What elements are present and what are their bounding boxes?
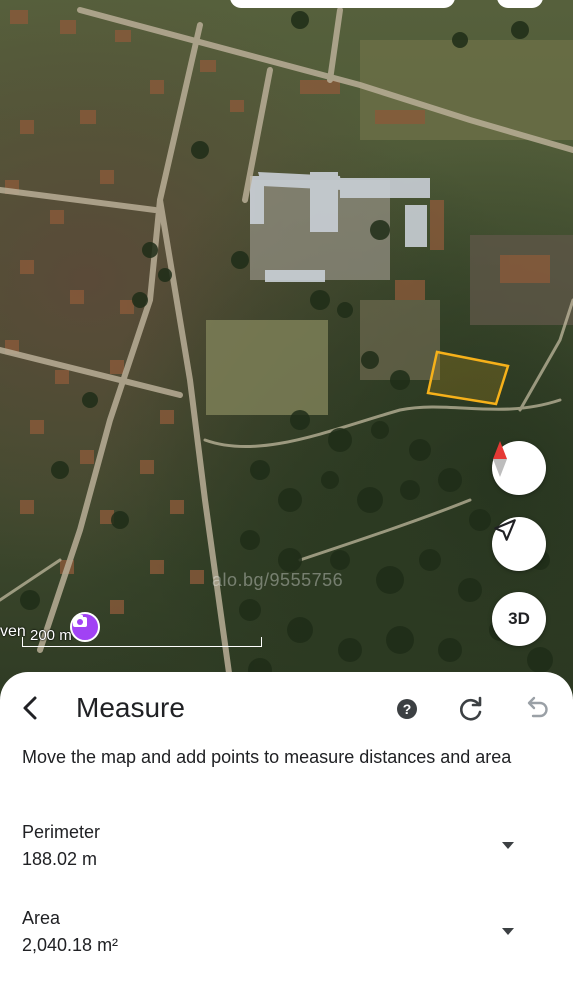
caret-down-icon[interactable] <box>500 840 516 850</box>
navigation-arrow-icon <box>494 519 516 541</box>
perimeter-row[interactable]: Perimeter 188.02 m <box>22 822 552 878</box>
back-arrow-icon <box>23 696 37 720</box>
area-label: Area <box>22 908 61 928</box>
satellite-map[interactable]: alo.bg/9555756 ven 200 m 3D <box>0 0 573 700</box>
3d-toggle-button[interactable]: 3D <box>492 592 546 646</box>
undo-icon <box>527 696 548 718</box>
compass-icon <box>493 441 507 477</box>
my-location-button[interactable] <box>492 517 546 571</box>
instructions-text: Move the map and add points to measure d… <box>22 747 512 767</box>
perimeter-label: Perimeter <box>22 822 101 842</box>
area-value: 2,040.18 m² <box>22 935 119 955</box>
refresh-icon <box>459 696 482 721</box>
compass-button[interactable] <box>492 441 546 495</box>
sheet-header: Measure ? <box>0 672 573 746</box>
map-imagery <box>0 7 573 700</box>
area-row[interactable]: Area 2,040.18 m² <box>22 908 552 964</box>
help-icon: ? <box>397 699 417 719</box>
scale-bar <box>22 637 262 647</box>
measured-area-polygon <box>426 350 510 406</box>
svg-text:?: ? <box>403 701 412 717</box>
help-button[interactable]: ? <box>394 696 420 722</box>
undo-button[interactable] <box>521 694 551 724</box>
caret-down-icon[interactable] <box>500 926 516 936</box>
watermark-text: alo.bg/9555756 <box>212 570 344 590</box>
perimeter-value: 188.02 m <box>22 849 98 869</box>
back-button[interactable] <box>14 692 46 724</box>
search-bar-edge[interactable] <box>230 0 455 8</box>
measure-sheet: Measure ? Move the map and add points to… <box>0 672 573 1000</box>
top-button-edge[interactable] <box>497 0 543 8</box>
sheet-title: Measure <box>76 692 185 723</box>
refresh-button[interactable] <box>456 694 486 724</box>
